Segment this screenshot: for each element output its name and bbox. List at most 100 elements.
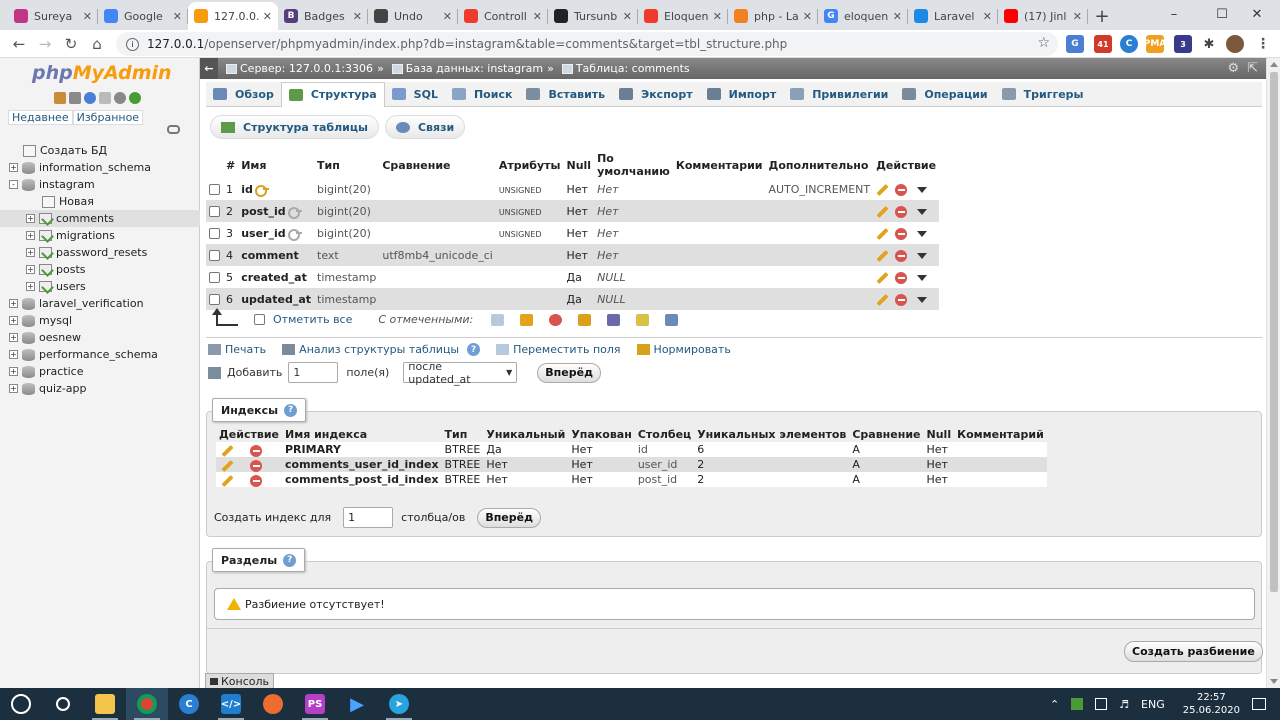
column-header[interactable]: Атрибуты — [495, 152, 564, 178]
add-count-input[interactable]: 1 — [288, 362, 339, 383]
profile-avatar[interactable] — [1226, 35, 1244, 53]
close-window-button[interactable]: ✕ — [1234, 0, 1280, 28]
tab-relation-view[interactable]: Связи — [384, 115, 466, 139]
collapse-icon[interactable]: - — [9, 180, 18, 189]
tab-insert[interactable]: Вставить — [519, 82, 612, 107]
unique-icon[interactable] — [607, 313, 621, 326]
logout-icon[interactable] — [69, 92, 81, 104]
add-go-button[interactable]: Вперёд — [537, 362, 601, 383]
check-all-label[interactable]: Отметить все — [273, 313, 352, 326]
refresh-app-icon[interactable]: C — [168, 688, 210, 720]
drop-icon[interactable] — [895, 206, 908, 218]
page-scrollbar[interactable] — [1266, 58, 1280, 688]
tree-database-quiz-app[interactable]: + quiz-app — [0, 380, 200, 397]
close-tab-icon[interactable]: ✕ — [263, 10, 272, 23]
column-name[interactable]: created_at — [241, 271, 307, 284]
docs-icon[interactable] — [99, 92, 111, 104]
drop-icon[interactable] — [250, 474, 262, 487]
breadcrumb-database[interactable]: База данных: instagram — [391, 62, 543, 75]
drop-icon[interactable] — [895, 294, 908, 306]
browser-tab[interactable]: Undo ✕ — [368, 2, 458, 30]
link-chain-icon[interactable] — [167, 125, 180, 134]
edit-pencil-icon[interactable] — [876, 271, 889, 285]
tab-export[interactable]: Экспорт — [612, 82, 699, 107]
close-tab-icon[interactable]: ✕ — [803, 10, 812, 23]
tab-triggers[interactable]: Триггеры — [995, 82, 1091, 107]
expand-icon[interactable]: + — [9, 350, 18, 359]
close-tab-icon[interactable]: ✕ — [173, 10, 182, 23]
analyze-structure-link[interactable]: Анализ структуры таблицы? — [282, 343, 481, 356]
print-link[interactable]: Печать — [208, 343, 266, 356]
row-checkbox[interactable] — [209, 184, 220, 195]
drop-icon[interactable] — [895, 272, 908, 284]
column-header[interactable]: Имя — [238, 152, 314, 178]
browser-tab[interactable]: Laravel ✕ — [908, 2, 998, 30]
tree-table-migrations[interactable]: + migrations — [0, 227, 200, 244]
browse-icon[interactable] — [491, 313, 505, 326]
more-actions-dropdown-icon[interactable] — [917, 231, 928, 237]
normalize-link[interactable]: Нормировать — [636, 343, 731, 356]
expand-icon[interactable]: + — [9, 163, 18, 172]
column-name[interactable]: id — [241, 183, 253, 196]
tab-operations[interactable]: Операции — [895, 82, 994, 107]
close-tab-icon[interactable]: ✕ — [893, 10, 902, 23]
drop-icon[interactable] — [250, 459, 262, 472]
settings-gear-icon[interactable] — [114, 92, 126, 104]
media-player-icon[interactable]: ▶ — [336, 688, 378, 720]
browser-tab[interactable]: (17) Jinl ✕ — [998, 2, 1088, 30]
recent-tables-link[interactable]: Недавнее — [8, 110, 73, 125]
column-header[interactable]: Null — [563, 152, 595, 178]
back-icon[interactable]: ← — [6, 31, 32, 57]
edit-pencil-icon[interactable] — [221, 444, 234, 457]
reload-icon[interactable]: ↻ — [58, 31, 84, 57]
tray-chevron-icon[interactable]: ⌃ — [1050, 698, 1059, 711]
drop-icon[interactable] — [895, 228, 908, 240]
expand-icon[interactable]: + — [9, 316, 18, 325]
refresh-extension-icon[interactable]: C — [1120, 35, 1138, 53]
browser-tab[interactable]: Google ✕ — [98, 2, 188, 30]
tab-search[interactable]: Поиск — [445, 82, 519, 107]
column-header[interactable]: Сравнение — [379, 152, 496, 178]
browser-tab[interactable]: B Badges ✕ — [278, 2, 368, 30]
scroll-down-arrow[interactable] — [1270, 679, 1278, 684]
browser-tab[interactable]: php - La ✕ — [728, 2, 818, 30]
add-position-select[interactable]: после updated_at ▼ — [403, 360, 518, 386]
mail-extension-icon[interactable]: 41 — [1094, 35, 1112, 53]
expand-icon[interactable]: + — [9, 299, 18, 308]
close-tab-icon[interactable]: ✕ — [983, 10, 992, 23]
drop-icon[interactable] — [895, 184, 908, 196]
search-icon[interactable] — [42, 688, 84, 720]
volume-icon[interactable]: ♬ — [1119, 698, 1129, 711]
edit-pencil-icon[interactable] — [876, 183, 889, 197]
index-icon[interactable] — [636, 313, 650, 326]
expand-icon[interactable]: + — [26, 231, 35, 240]
primary-key-icon[interactable] — [578, 313, 592, 326]
favorite-tables-link[interactable]: Избранное — [72, 110, 144, 125]
column-name[interactable]: post_id — [241, 205, 285, 218]
notifications-icon[interactable] — [1252, 698, 1266, 710]
phpstorm-icon[interactable]: PS — [294, 688, 336, 720]
edit-pencil-icon[interactable] — [221, 474, 234, 487]
tree-table-comments[interactable]: + comments — [0, 210, 200, 227]
drop-icon[interactable] — [895, 250, 908, 262]
browser-tab[interactable]: 127.0.0. ✕ — [188, 2, 278, 30]
browser-tab[interactable]: Controll ✕ — [458, 2, 548, 30]
new-table-item[interactable]: Новая — [0, 193, 200, 210]
translate-extension-icon[interactable]: G — [1066, 35, 1084, 53]
tree-database-mysql[interactable]: + mysql — [0, 312, 200, 329]
browser-tab[interactable]: Tursunb ✕ — [548, 2, 638, 30]
create-database-item[interactable]: Создать БД — [0, 142, 200, 159]
close-tab-icon[interactable]: ✕ — [533, 10, 542, 23]
row-checkbox[interactable] — [209, 272, 220, 283]
row-checkbox[interactable] — [209, 294, 220, 305]
tree-database-information_schema[interactable]: + information_schema — [0, 159, 200, 176]
edit-pencil-icon[interactable] — [876, 249, 889, 263]
telegram-icon[interactable]: ➤ — [378, 688, 420, 720]
vscode-icon[interactable]: </> — [210, 688, 252, 720]
tree-database-performance_schema[interactable]: + performance_schema — [0, 346, 200, 363]
expand-icon[interactable]: + — [26, 248, 35, 257]
edit-pencil-icon[interactable] — [520, 313, 534, 326]
tab-structure[interactable]: Структура — [280, 81, 385, 107]
close-tab-icon[interactable]: ✕ — [83, 10, 92, 23]
tab-privileges[interactable]: Привилегии — [783, 82, 895, 107]
